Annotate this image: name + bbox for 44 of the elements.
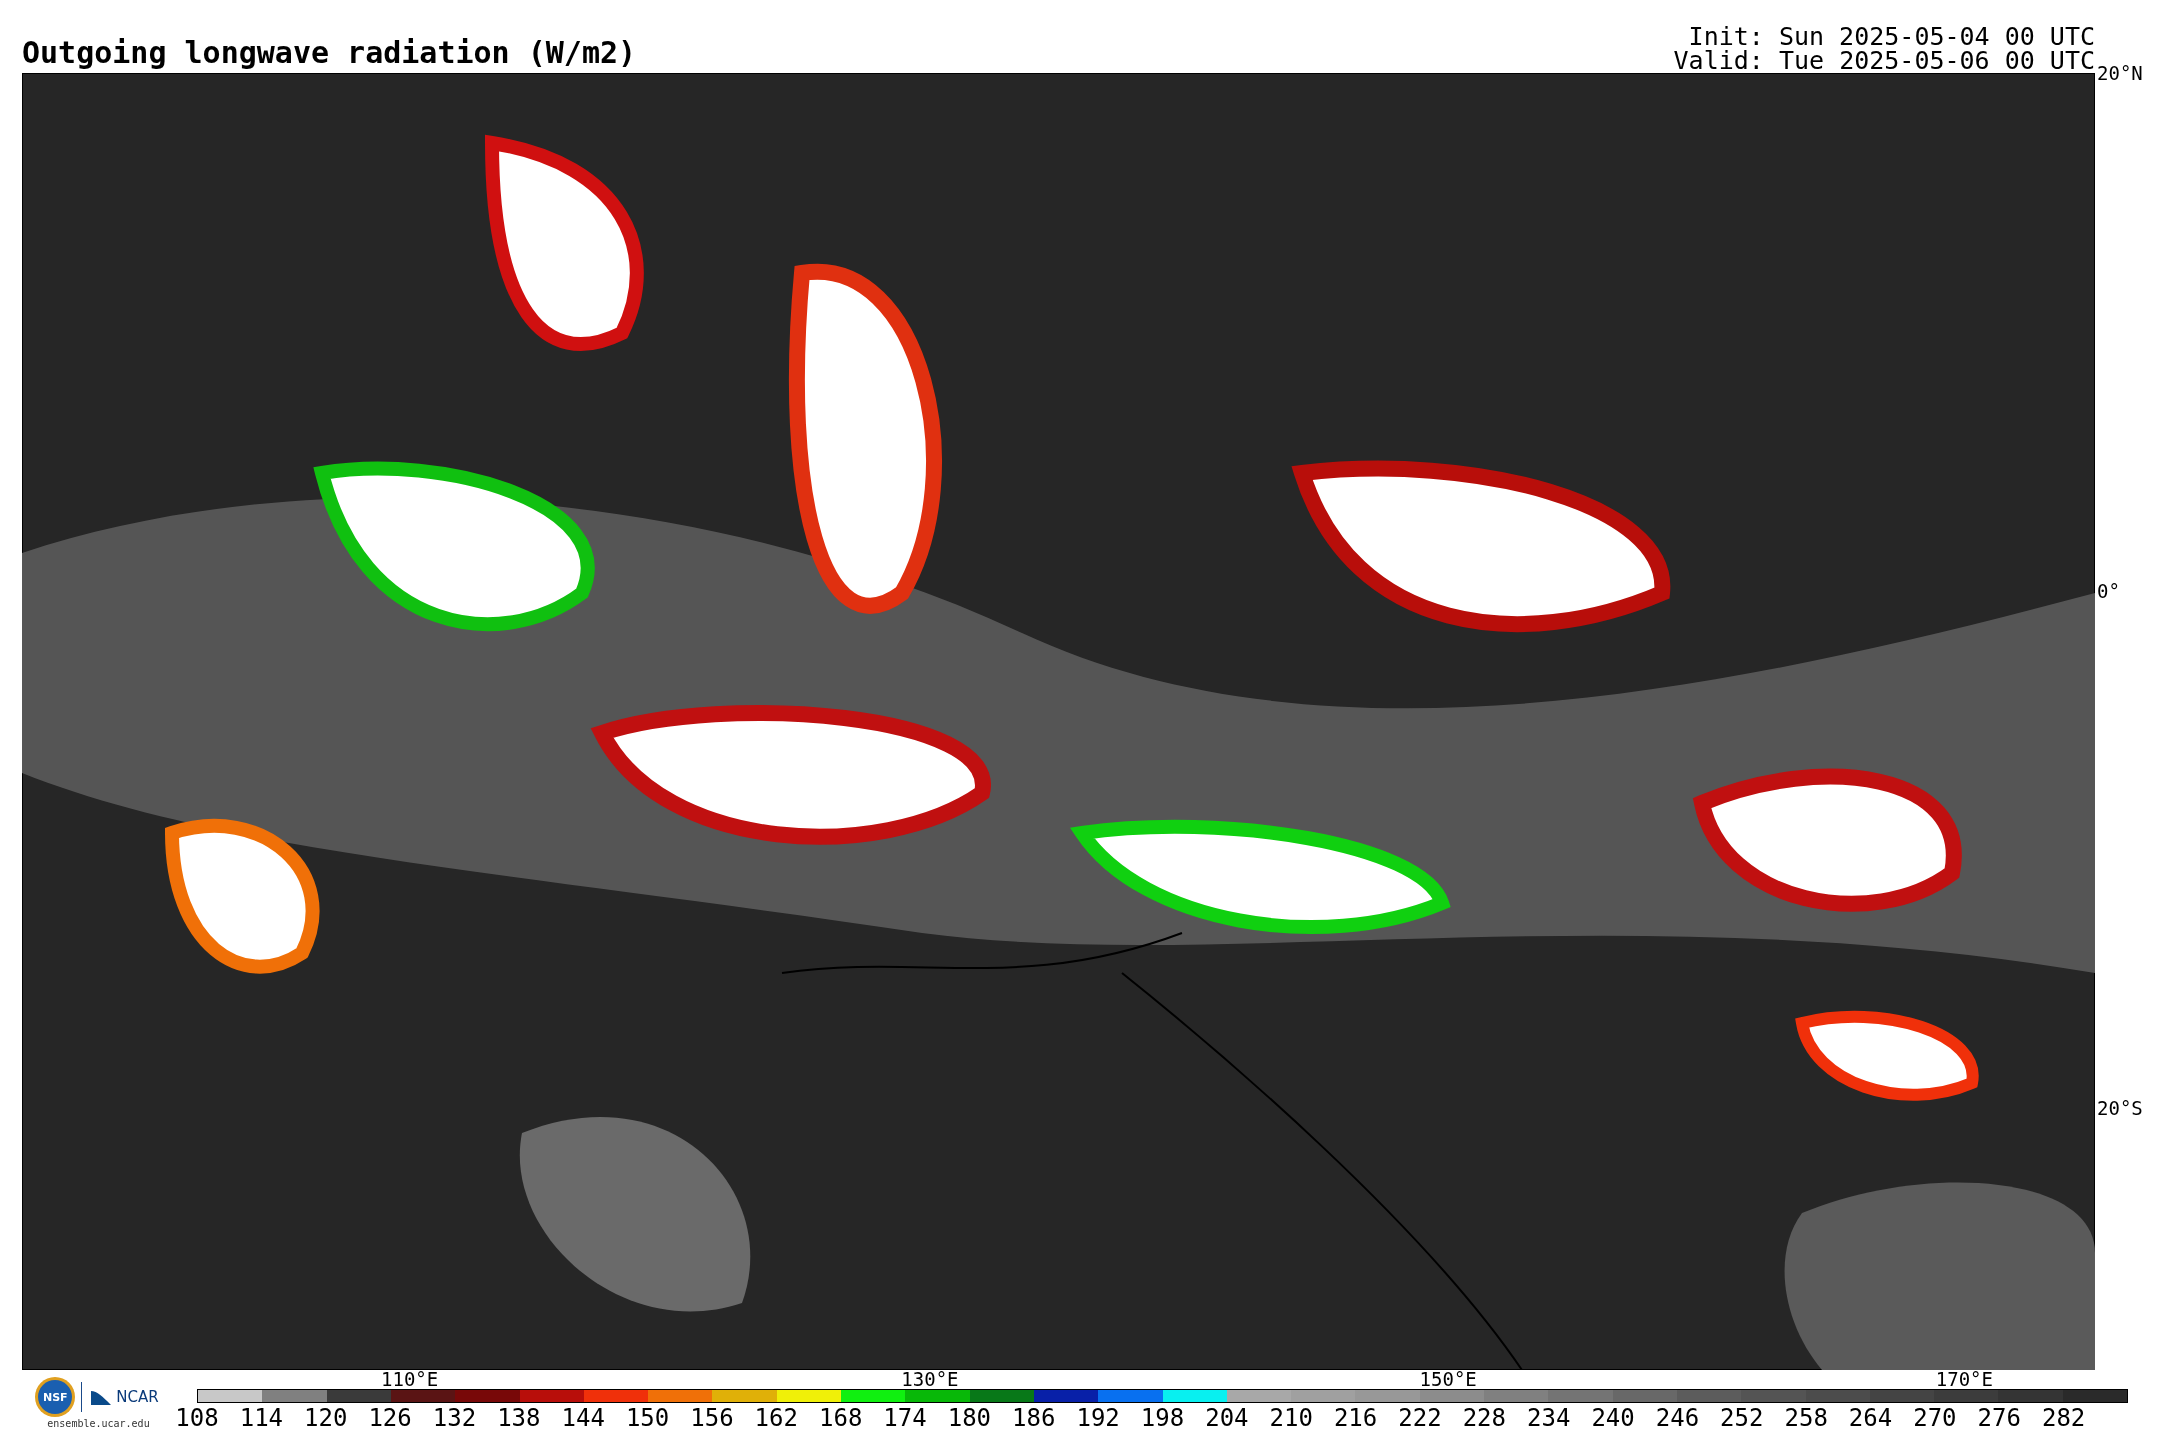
valid-time: Valid: Tue 2025-05-06 00 UTC: [1673, 49, 2095, 73]
colorbar-tick-label: 150: [625, 1405, 670, 1431]
colorbar-tick-label: 198: [1140, 1405, 1185, 1431]
website-url: ensemble.ucar.edu: [47, 1418, 150, 1429]
colorbar-tick-label: 258: [1784, 1405, 1828, 1431]
colorbar-tick-label: 240: [1591, 1405, 1635, 1431]
latitude-label: 20°N: [2097, 63, 2143, 83]
colorbar-tick-label: 186: [1012, 1405, 1056, 1431]
colorbar-tick-label: 270: [1913, 1405, 1957, 1431]
chart-title: Outgoing longwave radiation (W/m2): [22, 35, 637, 72]
colorbar-tick-label: 162: [754, 1405, 798, 1431]
colorbar-tick-label: 132: [432, 1405, 477, 1431]
colorbar-tick-label: 114: [239, 1405, 284, 1431]
colorbar-tick-label: 216: [1333, 1405, 1378, 1431]
colorbar-tick-label: 252: [1720, 1405, 1764, 1431]
colorbar-tick-label: 246: [1655, 1405, 1700, 1431]
colorbar-tick-label: 138: [497, 1405, 541, 1431]
colorbar-tick-label: 264: [1848, 1405, 1893, 1431]
colorbar-tick-label: 168: [819, 1405, 863, 1431]
latitude-label: 20°S: [2097, 1098, 2143, 1118]
wave-icon: [91, 1389, 112, 1405]
colorbar-tick-label: 156: [690, 1405, 734, 1431]
colorbar-tick-label: 210: [1269, 1405, 1313, 1431]
colorbar-tick-label: 174: [883, 1405, 927, 1431]
init-time: Init: Sun 2025-05-04 00 UTC: [1688, 25, 2095, 49]
colorbar-tick-label: 204: [1205, 1405, 1249, 1431]
colorbar-tick-label: 108: [175, 1405, 219, 1431]
colorbar-tick-label: 228: [1462, 1405, 1506, 1431]
colorbar-tick-label: 180: [947, 1405, 992, 1431]
colorbar-tick-label: 144: [561, 1405, 605, 1431]
colorbar-tick-label: 234: [1527, 1405, 1571, 1431]
longitude-label: 170°E: [1935, 1370, 1993, 1389]
colorbar-tick-label: 126: [368, 1405, 412, 1431]
longitude-label: 130°E: [901, 1370, 959, 1389]
colorbar-tick-label: 120: [304, 1405, 348, 1431]
colorbar-tick-label: 192: [1076, 1405, 1120, 1431]
nsf-logo: NSF: [38, 1380, 73, 1414]
colorbar-tick-label: 282: [2041, 1405, 2086, 1431]
longitude-label: 110°E: [381, 1370, 439, 1389]
longitude-label: 150°E: [1419, 1370, 1477, 1389]
latitude-label: 0°: [2097, 580, 2120, 601]
colorbar-tick-label: 276: [1977, 1405, 2021, 1431]
colorbar-tick-label: 222: [1398, 1405, 1442, 1431]
ncar-logo: NCAR: [116, 1388, 159, 1406]
